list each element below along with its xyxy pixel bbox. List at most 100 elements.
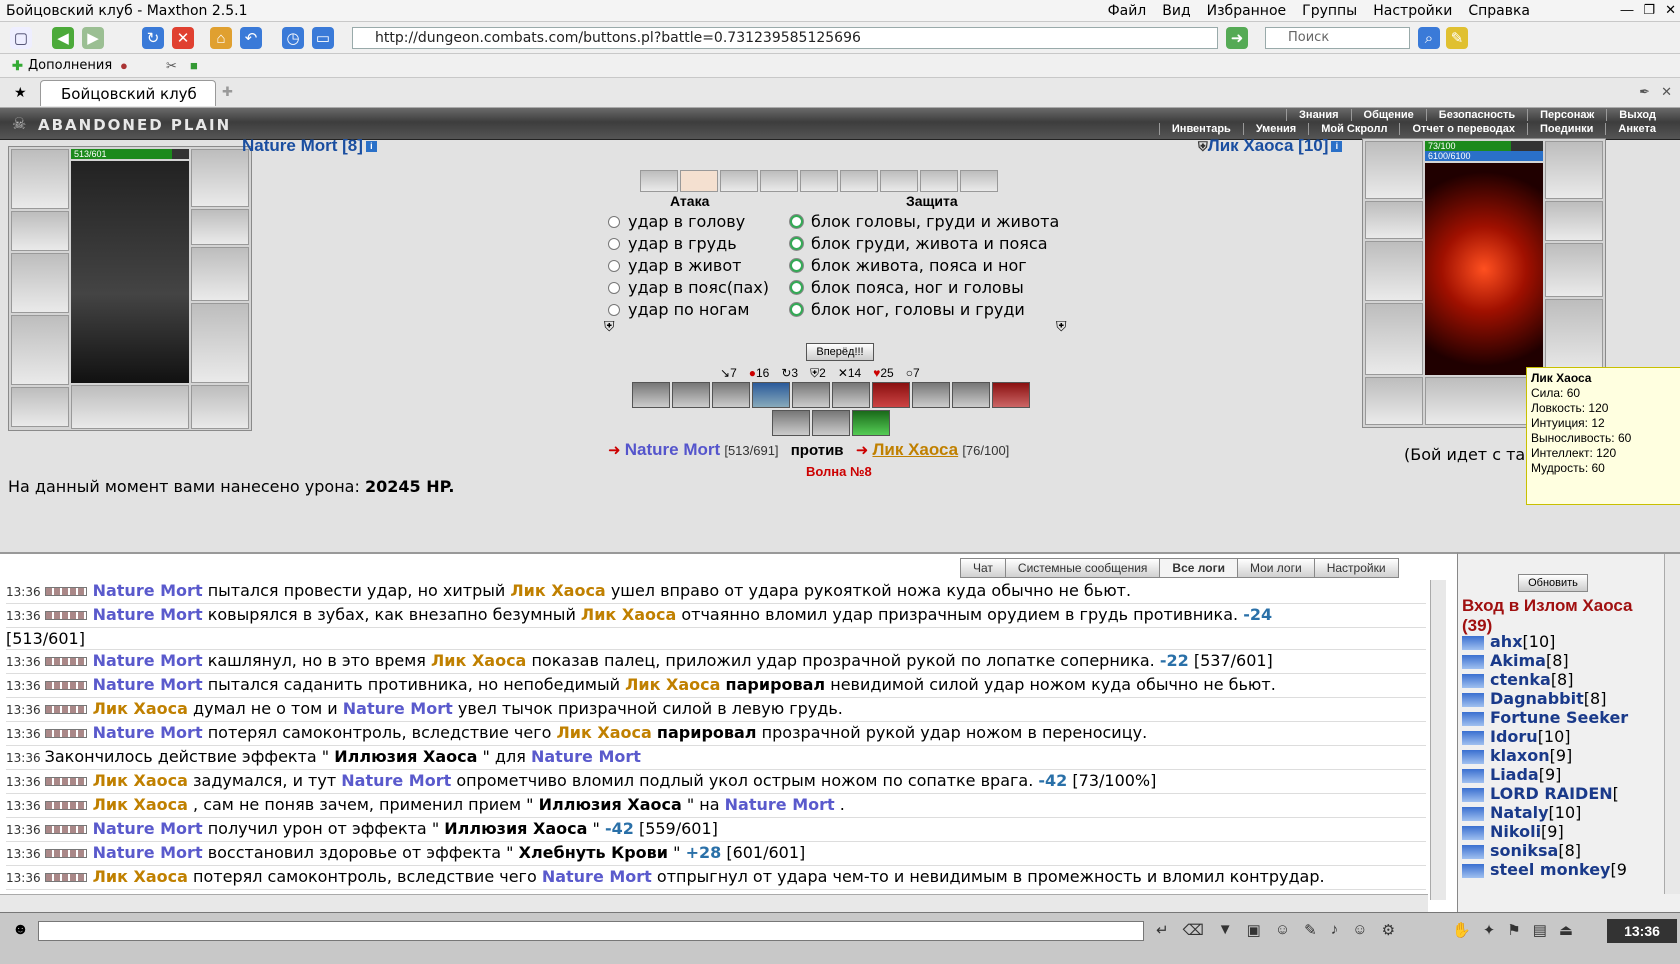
skill-icon[interactable]: [752, 382, 790, 408]
tab-log-settings[interactable]: Настройки: [1313, 558, 1399, 578]
clear-icon[interactable]: ⌫: [1183, 921, 1204, 939]
skill-icon[interactable]: [872, 382, 910, 408]
undo-icon[interactable]: ↶: [240, 27, 262, 49]
enemy-name[interactable]: ⛨Лик Хаоса [10] i: [1198, 136, 1343, 156]
go-icon[interactable]: ➜: [1226, 27, 1248, 49]
player-list-item[interactable]: Nataly[10]: [1462, 803, 1581, 822]
scroll-slot[interactable]: [800, 170, 838, 192]
scroll-slot[interactable]: [920, 170, 958, 192]
menu-exit[interactable]: Выход: [1606, 109, 1668, 121]
enemy-belt-slot[interactable]: [1365, 377, 1423, 425]
hand-icon[interactable]: ✋: [1452, 921, 1471, 939]
bag-icon[interactable]: ▤: [1533, 921, 1547, 939]
block-option-2[interactable]: блок груди, живота и пояса: [790, 234, 1048, 253]
skill-icon[interactable]: [712, 382, 750, 408]
menu-file[interactable]: Файл: [1108, 3, 1147, 19]
log-fighter-name[interactable]: Nature Mort: [343, 699, 453, 718]
plugin2-icon[interactable]: ■: [190, 58, 198, 73]
refresh-button[interactable]: Обновить: [1518, 574, 1588, 592]
radio-icon[interactable]: [790, 303, 803, 316]
radio-icon[interactable]: [608, 237, 620, 250]
player-name[interactable]: Nature Mort [8] i: [242, 136, 377, 156]
tab-all-logs[interactable]: Все логи: [1159, 558, 1237, 578]
restore-icon[interactable]: ❐: [1643, 2, 1655, 18]
log-fighter-name[interactable]: Лик Хаоса: [431, 651, 526, 670]
menu-character[interactable]: Персонаж: [1527, 109, 1606, 121]
info-icon[interactable]: i: [1331, 141, 1343, 153]
radio-icon[interactable]: [790, 281, 803, 294]
filter-icon[interactable]: ▼: [1218, 921, 1233, 939]
skill-icon[interactable]: [812, 410, 850, 436]
exit-icon[interactable]: ⏏: [1559, 921, 1573, 939]
armor-slot[interactable]: [11, 315, 69, 385]
skill-icon[interactable]: [852, 410, 890, 436]
player-list-name[interactable]: soniksa: [1490, 841, 1558, 860]
plugin-icon[interactable]: ●: [120, 58, 128, 73]
favorites-star-icon[interactable]: ★: [14, 84, 27, 101]
log-fighter-name[interactable]: Nature Mort: [542, 867, 652, 886]
tab-combats[interactable]: Бойцовский клуб ✕: [40, 80, 216, 120]
log-fighter-name[interactable]: Nature Mort: [93, 819, 203, 838]
player-list-name[interactable]: ctenka: [1490, 670, 1551, 689]
log-fighter-name[interactable]: Лик Хаоса: [93, 771, 188, 790]
log-fighter-name[interactable]: Nature Mort: [725, 795, 835, 814]
skill-icon[interactable]: [992, 382, 1030, 408]
enemy-legs-slot[interactable]: [1545, 299, 1603, 375]
log-fighter-name[interactable]: Лик Хаоса: [625, 675, 720, 694]
player-list-item[interactable]: soniksa[8]: [1462, 841, 1581, 860]
player-list-item[interactable]: ctenka[8]: [1462, 670, 1573, 689]
player-list-name[interactable]: Nikoli: [1490, 822, 1541, 841]
chat-input[interactable]: [38, 921, 1144, 941]
player-list-item[interactable]: Fortune Seeker: [1462, 708, 1628, 727]
tab-my-logs[interactable]: Мои логи: [1236, 558, 1314, 578]
history-icon[interactable]: ◷: [282, 27, 304, 49]
menu-help[interactable]: Справка: [1468, 3, 1530, 19]
home-icon[interactable]: ⌂: [210, 27, 232, 49]
settings-icon[interactable]: ⚙: [1382, 921, 1395, 939]
skill-icon[interactable]: [952, 382, 990, 408]
addons-label[interactable]: Дополнения: [28, 58, 112, 73]
tool-icon[interactable]: ✂: [166, 58, 177, 74]
menu-profile[interactable]: Анкета: [1605, 123, 1668, 135]
attack-option-head[interactable]: удар в голову: [608, 212, 745, 231]
tab-chat[interactable]: Чат: [960, 558, 1005, 578]
skill-icon[interactable]: [912, 382, 950, 408]
attack-option-legs[interactable]: удар по ногам: [608, 300, 749, 319]
radio-icon[interactable]: [608, 215, 620, 228]
block-option-1[interactable]: блок головы, груди и живота: [790, 212, 1059, 231]
enemy-bracers-slot[interactable]: [1365, 201, 1423, 239]
close-window-icon[interactable]: ✕: [1665, 2, 1676, 18]
stop-icon[interactable]: ✕: [172, 27, 194, 49]
attack-option-belly[interactable]: удар в живот: [608, 256, 741, 275]
log-fighter-name[interactable]: Лик Хаоса: [510, 581, 605, 600]
player-list-name[interactable]: Akima: [1490, 651, 1546, 670]
player-list-item[interactable]: LORD RAIDEN[: [1462, 784, 1619, 803]
sidebar-scrollbar[interactable]: [1664, 554, 1680, 894]
menu-transfers[interactable]: Отчет о переводах: [1399, 123, 1527, 135]
player-list-item[interactable]: Akima[8]: [1462, 651, 1569, 670]
log-fighter-name[interactable]: Nature Mort: [93, 605, 203, 624]
belt-slot[interactable]: [11, 387, 69, 427]
save-icon[interactable]: ▣: [1247, 921, 1261, 939]
player-list-item[interactable]: Liada[9]: [1462, 765, 1561, 784]
player-list-name[interactable]: Nataly: [1490, 803, 1549, 822]
player-avatar[interactable]: [71, 161, 189, 383]
screen-icon[interactable]: ▭: [312, 27, 334, 49]
radio-icon[interactable]: [790, 237, 803, 250]
player-list-name[interactable]: Fortune Seeker: [1490, 708, 1628, 727]
legs-slot[interactable]: [191, 303, 249, 383]
player-list-item[interactable]: Dagnabbit[8]: [1462, 689, 1606, 708]
enemy-armor-slot[interactable]: [1365, 303, 1423, 375]
gloves-slot[interactable]: [191, 209, 249, 245]
enemy-shield-slot[interactable]: [1545, 243, 1603, 297]
menu-view[interactable]: Вид: [1162, 3, 1190, 19]
search-input[interactable]: Поиск: [1265, 27, 1410, 49]
scroll-slot[interactable]: [680, 170, 718, 192]
translit-icon[interactable]: ✎: [1304, 921, 1317, 939]
log-fighter-name[interactable]: Лик Хаоса: [581, 605, 676, 624]
close-all-icon[interactable]: ✕: [1661, 84, 1672, 100]
radio-icon[interactable]: [790, 259, 803, 272]
amulet-slot[interactable]: [191, 149, 249, 207]
menu-skills[interactable]: Умения: [1242, 123, 1308, 135]
menu-inventory[interactable]: Инвентарь: [1158, 123, 1243, 135]
